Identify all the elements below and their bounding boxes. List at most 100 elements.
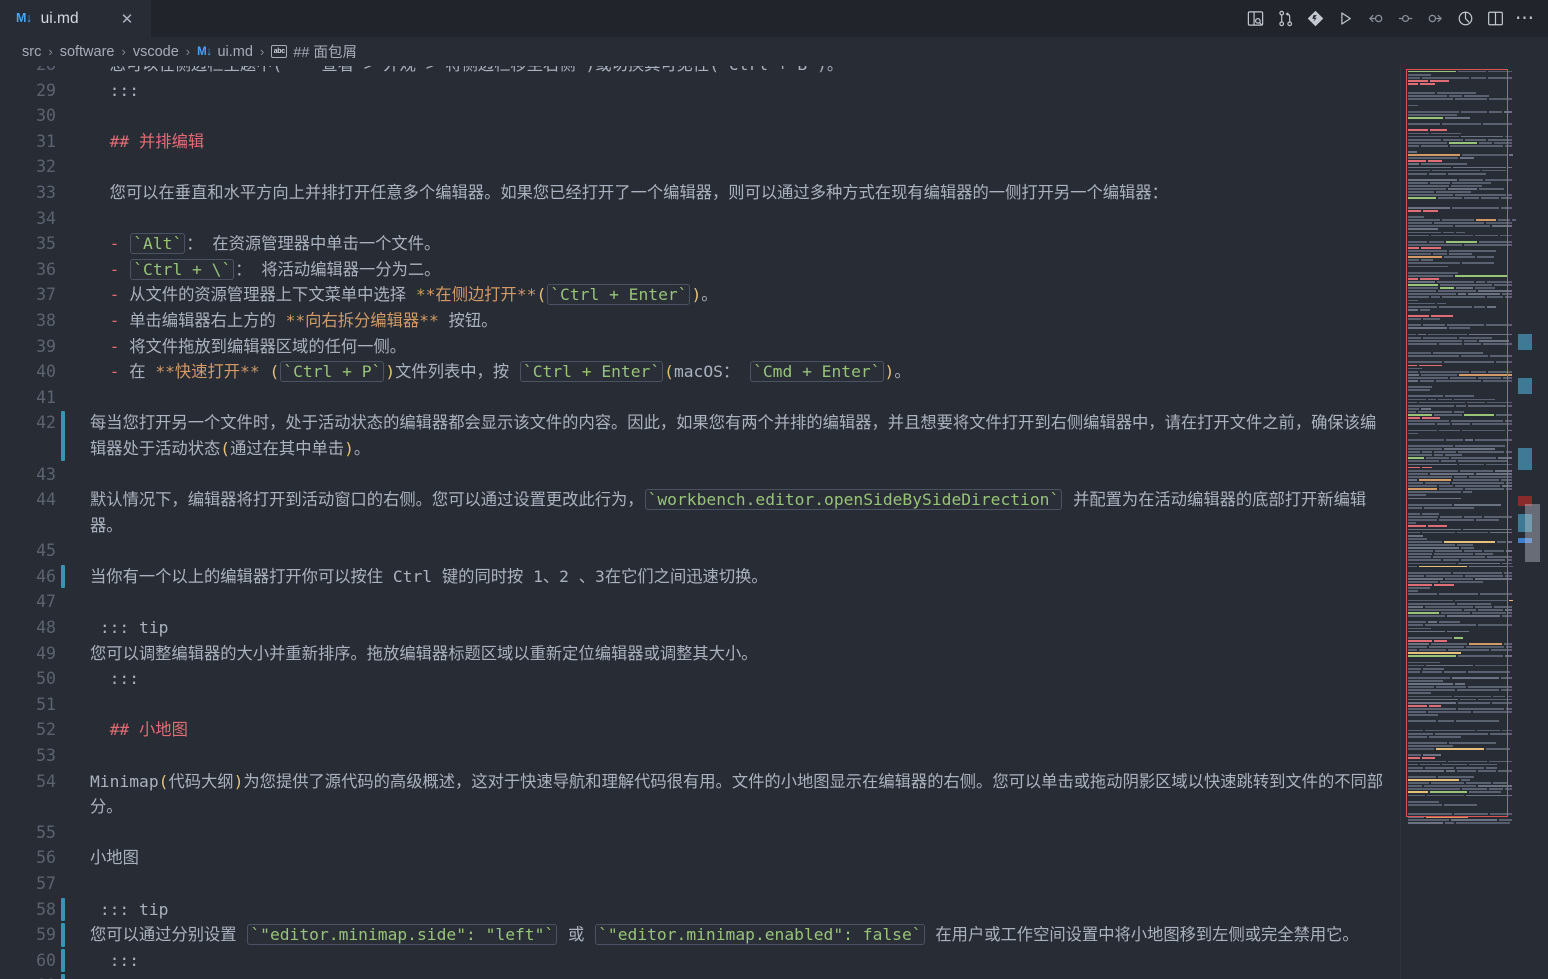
minimap-segment	[1408, 259, 1419, 261]
close-icon[interactable]: ✕	[117, 9, 137, 29]
split-editor-icon[interactable]	[1480, 4, 1510, 34]
table-row[interactable]: 51	[0, 692, 1548, 718]
table-row[interactable]: 52 ## 小地图	[0, 717, 1548, 743]
table-row[interactable]: 59您可以通过分别设置 `"editor.minimap.side": "lef…	[0, 922, 1548, 948]
minimap-segment	[1423, 337, 1457, 339]
table-row[interactable]: 30	[0, 103, 1548, 129]
minimap-segment	[1445, 395, 1474, 397]
table-row[interactable]: 53	[0, 743, 1548, 769]
breadcrumb-item-vscode[interactable]: vscode	[131, 44, 181, 60]
table-row[interactable]: 58 ::: tip	[0, 897, 1548, 923]
minimap-segment	[1408, 235, 1429, 237]
minimap[interactable]	[1400, 66, 1520, 979]
table-row[interactable]: 32	[0, 154, 1548, 180]
minimap-segment	[1439, 485, 1453, 487]
table-row[interactable]: 33 您可以在垂直和水平方向上并排打开任意多个编辑器。如果您已经打开了一个编辑器…	[0, 180, 1548, 206]
table-row[interactable]: 57	[0, 871, 1548, 897]
go-to-previous-change-icon[interactable]	[1360, 4, 1390, 34]
minimap-segment	[1457, 603, 1491, 605]
minimap-segment	[1424, 785, 1476, 787]
tab-ui-md[interactable]: M↓ ui.md ✕	[0, 0, 152, 37]
minimap-segment	[1442, 219, 1475, 221]
table-row[interactable]: 36 - `Ctrl + \`： 将活动编辑器一分为二。	[0, 257, 1548, 283]
table-row[interactable]: 39 - 将文件拖放到编辑器区域的任何一侧。	[0, 334, 1548, 360]
table-row[interactable]: 54Minimap(代码大纲)为您提供了源代码的高级概述，这对于快速导航和理解代…	[0, 769, 1548, 820]
table-row[interactable]: 42每当您打开另一个文件时，处于活动状态的编辑器都会显示该文件的内容。因此，如果…	[0, 410, 1548, 461]
minimap-segment	[1408, 439, 1444, 441]
minimap-segment	[1408, 804, 1442, 806]
minimap-segment	[1434, 584, 1455, 586]
line-content: :::	[68, 948, 1548, 974]
breadcrumb-separator-icon: ›	[181, 44, 195, 59]
table-row[interactable]: 37 - 从文件的资源管理器上下文菜单中选择 **在侧边打开**(`Ctrl +…	[0, 282, 1548, 308]
line-number: 46	[0, 564, 56, 590]
table-row[interactable]: 35 - `Alt`： 在资源管理器中单击一个文件。	[0, 231, 1548, 257]
table-row[interactable]: 43	[0, 462, 1548, 488]
minimap-segment	[1408, 95, 1447, 97]
table-row[interactable]: 61	[0, 973, 1548, 979]
table-row[interactable]: 31 ## 并排编辑	[0, 129, 1548, 155]
minimap-segment	[1408, 74, 1431, 76]
minimap-segment	[1408, 470, 1458, 472]
breadcrumb-separator-icon: ›	[255, 44, 269, 59]
token-plain: 将文件拖放到编辑器区域的任何一侧。	[119, 337, 406, 356]
table-row[interactable]: 47	[0, 589, 1548, 615]
minimap-segment	[1408, 420, 1449, 422]
minimap-segment	[1457, 532, 1488, 534]
table-row[interactable]: 48 ::: tip	[0, 615, 1548, 641]
more-actions-icon[interactable]: ⋯	[1510, 4, 1540, 34]
table-row[interactable]: 60 :::	[0, 948, 1548, 974]
minimap-segment	[1443, 559, 1459, 561]
minimap-segment	[1458, 655, 1503, 657]
minimap-segment	[1453, 167, 1506, 169]
breadcrumb-item-ui-md[interactable]: M↓ ui.md	[195, 44, 255, 60]
minimap-segment	[1408, 98, 1453, 100]
table-row[interactable]: 29 :::	[0, 78, 1548, 104]
minimap-segment	[1408, 563, 1456, 565]
minimap-segment	[1408, 225, 1453, 227]
table-row[interactable]: 55	[0, 820, 1548, 846]
line-content: ## 并排编辑	[68, 129, 1548, 155]
code-editor[interactable]: 28 您可以在侧边栏主题中(··· 查看 > 外观 > 将侧边栏移至右侧 )或切…	[0, 66, 1548, 979]
minimap-segment	[1508, 167, 1512, 169]
table-row[interactable]: 38 - 单击编辑器右上方的 **向右拆分编辑器** 按钮。	[0, 308, 1548, 334]
line-content: 您可以在垂直和水平方向上并排打开任意多个编辑器。如果您已经打开了一个编辑器，则可…	[68, 180, 1548, 206]
git-diff-icon[interactable]	[1300, 4, 1330, 34]
table-row[interactable]: 44默认情况下，编辑器将打开到活动窗口的右侧。您可以通过设置更改此行为，`wor…	[0, 487, 1548, 538]
minimap-segment	[1504, 643, 1512, 645]
minimap-segment	[1408, 411, 1416, 413]
minimap-segment	[1408, 179, 1457, 181]
source-control-compare-icon[interactable]	[1270, 4, 1300, 34]
minimap-segment	[1489, 111, 1501, 113]
editor-text-area[interactable]: 28 您可以在侧边栏主题中(··· 查看 > 外观 > 将侧边栏移至右侧 )或切…	[0, 66, 1548, 979]
minimap-segment	[1440, 516, 1462, 518]
line-number: 43	[0, 462, 56, 488]
scrollbar-thumb[interactable]	[1525, 504, 1540, 562]
minimap-segment	[1408, 167, 1451, 169]
minimap-segment	[1429, 241, 1444, 243]
minimap-segment	[1451, 819, 1497, 821]
minimap-segment	[1466, 795, 1512, 797]
breadcrumb-item-software[interactable]: software	[58, 44, 117, 60]
table-row[interactable]: 41	[0, 385, 1548, 411]
minimap-segment	[1478, 377, 1501, 379]
open-changes-icon[interactable]	[1240, 4, 1270, 34]
table-row[interactable]: 45	[0, 538, 1548, 564]
go-to-next-change-icon[interactable]	[1420, 4, 1450, 34]
breadcrumb-item-src[interactable]: src	[20, 44, 43, 60]
table-row[interactable]: 40 - 在 **快速打开** (`Ctrl + P`)文件列表中，按 `Ctr…	[0, 359, 1548, 385]
vertical-scrollbar[interactable]	[1520, 66, 1548, 979]
run-icon[interactable]	[1330, 4, 1360, 34]
modified-line-indicator	[56, 897, 68, 923]
table-row[interactable]: 56小地图	[0, 845, 1548, 871]
table-row[interactable]: 46当你有一个以上的编辑器打开你可以按住 Ctrl 键的同时按 1、2 、3在它…	[0, 564, 1548, 590]
minimap-segment	[1478, 785, 1512, 787]
table-row[interactable]: 50 :::	[0, 666, 1548, 692]
minimap-segment	[1428, 621, 1436, 623]
minimap-segment	[1490, 532, 1512, 534]
breadcrumb-item-symbol[interactable]: abc ## 面包屑	[269, 41, 359, 62]
table-row[interactable]: 34	[0, 206, 1548, 232]
timeline-icon[interactable]	[1450, 4, 1480, 34]
table-row[interactable]: 49您可以调整编辑器的大小并重新排序。拖放编辑器标题区域以重新定位编辑器或调整其…	[0, 641, 1548, 667]
pin-change-icon[interactable]	[1390, 4, 1420, 34]
